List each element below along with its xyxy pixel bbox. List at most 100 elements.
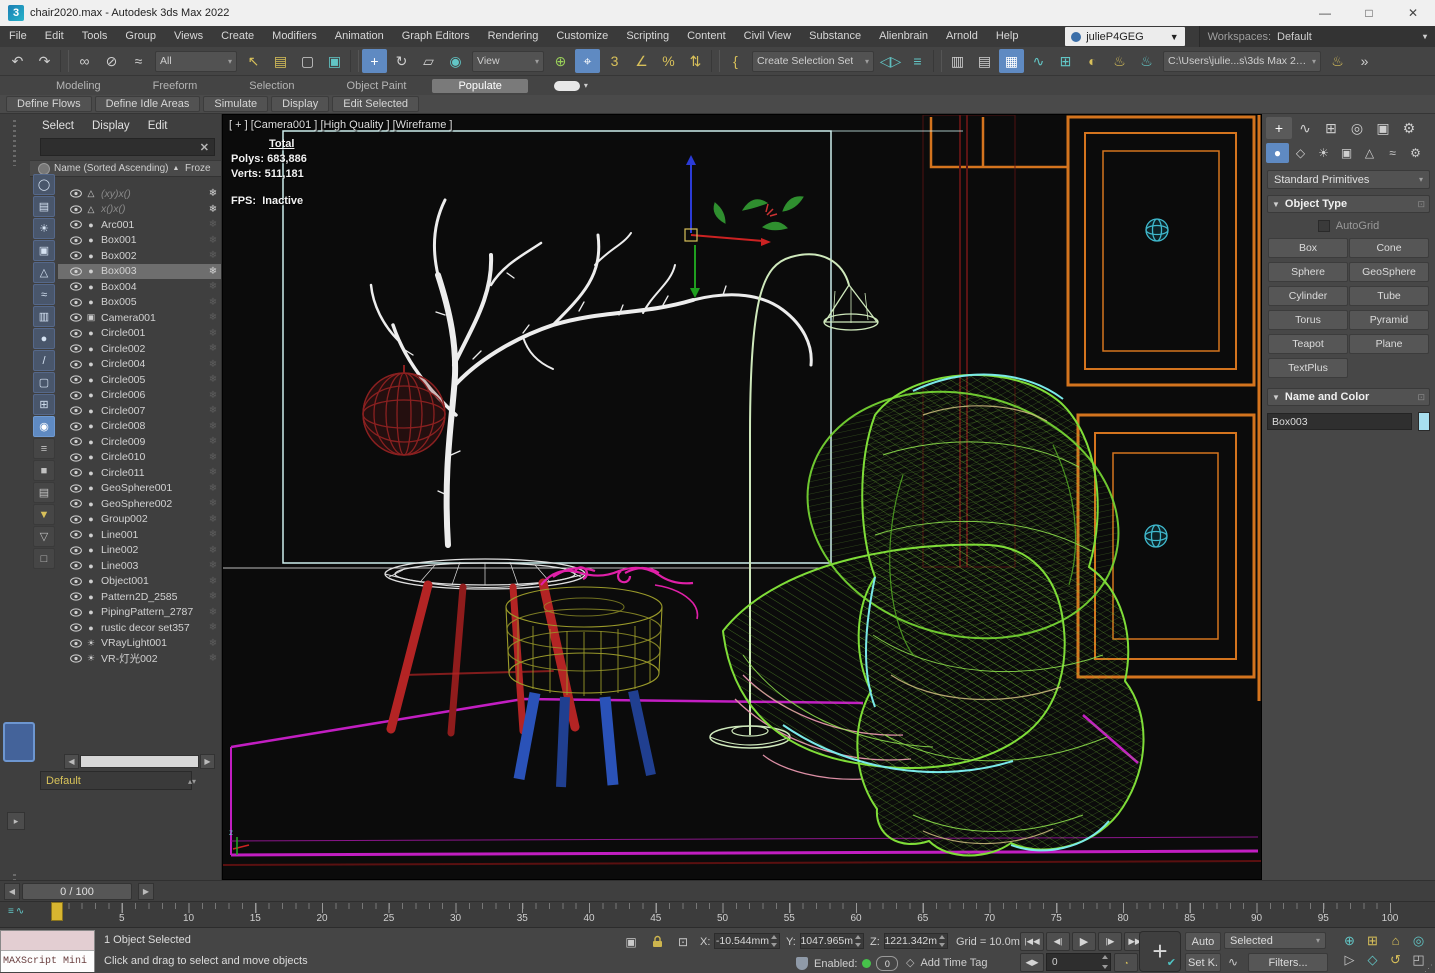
key-mode-toggle[interactable]: ◀▶ xyxy=(1020,953,1044,972)
window-crossing-toggle-icon[interactable]: ▣ xyxy=(322,49,347,73)
visibility-eye-icon[interactable] xyxy=(70,484,82,493)
menu-item[interactable]: Alienbrain xyxy=(870,26,937,47)
reference-coordinate-system-dropdown[interactable]: View ▾ xyxy=(472,50,544,72)
primitive-button[interactable]: Tube xyxy=(1349,286,1429,306)
scene-explorer-row[interactable]: ● Box001 ❄ xyxy=(58,233,221,249)
pick-container[interactable]: □ xyxy=(33,548,55,569)
maxscript-macro-pane[interactable] xyxy=(1,931,94,951)
scene-explorer-row[interactable]: ● Group002 ❄ xyxy=(58,512,221,528)
viewport[interactable]: z [ + ] [Camera001 ] [High Quality ] [Wi… xyxy=(222,114,1262,880)
menu-item[interactable]: File xyxy=(0,26,36,47)
visibility-eye-icon[interactable] xyxy=(70,406,82,415)
scene-explorer-row[interactable]: ● Circle005 ❄ xyxy=(58,372,221,388)
viewport-general-menu[interactable]: [ + ] xyxy=(229,119,248,131)
scene-explorer-row[interactable]: ● Circle008 ❄ xyxy=(58,419,221,435)
visibility-eye-icon[interactable] xyxy=(70,391,82,400)
scene-explorer-row[interactable]: ● Line002 ❄ xyxy=(58,543,221,559)
tab-modify[interactable]: ∿ xyxy=(1292,117,1318,139)
menu-item[interactable]: Scripting xyxy=(617,26,678,47)
set-keys-button[interactable]: + ✔ xyxy=(1139,931,1181,972)
time-configuration-button[interactable]: ◔ xyxy=(1114,953,1138,972)
category-geometry[interactable]: ● xyxy=(1266,143,1289,163)
primitive-button[interactable]: Plane xyxy=(1349,334,1429,354)
ribbon-panel-button[interactable]: Define Flows xyxy=(6,96,92,112)
frozen-icon[interactable]: ❄ xyxy=(205,343,221,354)
object-name-input[interactable] xyxy=(1267,413,1412,430)
selection-filter-dropdown[interactable]: All ▾ xyxy=(155,50,237,72)
scene-explorer-row[interactable]: ● rustic decor set357 ❄ xyxy=(58,620,221,636)
render-setup-icon[interactable]: ♨ xyxy=(1107,49,1132,73)
toggle-layer-explorer-icon[interactable]: ▤ xyxy=(972,49,997,73)
primitive-button[interactable]: Sphere xyxy=(1268,262,1348,282)
workspace-dropdown[interactable]: Default ▾ xyxy=(1277,31,1427,43)
dock-handle[interactable] xyxy=(13,120,16,166)
frozen-icon[interactable]: ❄ xyxy=(205,312,221,323)
horizontal-scrollbar[interactable] xyxy=(80,755,199,768)
frozen-icon[interactable]: ❄ xyxy=(205,576,221,587)
visibility-eye-icon[interactable] xyxy=(70,282,82,291)
close-button[interactable]: ✕ xyxy=(1391,0,1435,26)
visibility-eye-icon[interactable] xyxy=(70,360,82,369)
orbit-icon[interactable]: ↺ xyxy=(1384,950,1407,969)
scroll-right-button[interactable]: ▶ xyxy=(200,754,215,769)
primitive-category-dropdown[interactable]: Standard Primitives ▾ xyxy=(1267,170,1430,189)
display-groups[interactable]: ▥ xyxy=(33,306,55,327)
display-bones[interactable]: / xyxy=(33,350,55,371)
primitive-button[interactable]: Box xyxy=(1268,238,1348,258)
add-time-tag[interactable]: Add Time Tag xyxy=(920,957,987,969)
scene-explorer-row[interactable]: ● Circle006 ❄ xyxy=(58,388,221,404)
time-slider[interactable] xyxy=(51,902,63,921)
current-frame-field[interactable]: 0 xyxy=(1046,953,1111,971)
key-filters-button[interactable]: Filters... xyxy=(1248,953,1328,972)
scene-explorer-row[interactable]: ● Arc001 ❄ xyxy=(58,217,221,233)
tab-utilities[interactable]: ⚙ xyxy=(1396,117,1422,139)
sort-list[interactable]: ≡ xyxy=(33,438,55,459)
scene-explorer-row[interactable]: ● PipingPattern_2787 ❄ xyxy=(58,605,221,621)
isolate-selection-icon[interactable]: ▣ xyxy=(622,933,640,951)
visibility-eye-icon[interactable] xyxy=(70,344,82,353)
zoom-all-icon[interactable]: ⊞ xyxy=(1361,931,1384,950)
toolbar-overflow-icon[interactable]: » xyxy=(1352,49,1377,73)
named-selection-sets-dropdown[interactable]: Create Selection Set ▾ xyxy=(752,50,874,72)
key-filters-icon[interactable]: ∿ xyxy=(1224,953,1242,971)
scene-explorer-row[interactable]: ▣ Camera001 ❄ xyxy=(58,310,221,326)
material-editor-icon[interactable]: ◐ xyxy=(1080,49,1105,73)
current-frame-indicator[interactable]: 0 / 100 xyxy=(22,883,132,900)
viewport-quality-menu[interactable]: [High Quality ] xyxy=(320,119,389,131)
primitive-button[interactable]: Teapot xyxy=(1268,334,1348,354)
layer-color-swatch[interactable] xyxy=(3,722,35,762)
category-shapes[interactable]: ◇ xyxy=(1289,143,1312,163)
visibility-eye-icon[interactable] xyxy=(70,468,82,477)
frozen-icon[interactable]: ❄ xyxy=(205,591,221,602)
visibility-eye-icon[interactable] xyxy=(70,530,82,539)
category-systems[interactable]: ⚙ xyxy=(1404,143,1427,163)
visibility-eye-icon[interactable] xyxy=(70,236,82,245)
visibility-eye-icon[interactable] xyxy=(70,205,82,214)
select-object-icon[interactable]: ↖ xyxy=(241,49,266,73)
tab-display[interactable]: ▣ xyxy=(1370,117,1396,139)
ribbon-panel-button[interactable]: Edit Selected xyxy=(332,96,420,112)
undo-icon[interactable]: ↶ xyxy=(5,49,30,73)
ribbon-tab[interactable]: Populate xyxy=(432,78,528,93)
auto-key-button[interactable]: Auto xyxy=(1185,932,1221,951)
visibility-eye-icon[interactable] xyxy=(70,639,82,648)
frozen-icon[interactable]: ❄ xyxy=(205,405,221,416)
menu-item[interactable]: Graph Editors xyxy=(393,26,479,47)
set-key-button[interactable]: Set K. xyxy=(1185,953,1221,972)
pan-icon[interactable]: ◇ xyxy=(1361,950,1384,969)
ribbon-minimize-button[interactable] xyxy=(553,80,580,91)
menu-item[interactable]: Create xyxy=(212,26,263,47)
key-selection-dropdown[interactable]: Selected ▾ xyxy=(1224,932,1326,949)
select-and-scale-icon[interactable]: ▱ xyxy=(416,49,441,73)
selection-lock-icon[interactable] xyxy=(648,932,666,950)
visibility-eye-icon[interactable] xyxy=(70,654,82,663)
scene-explorer-row[interactable]: ● Circle009 ❄ xyxy=(58,434,221,450)
menu-item[interactable]: Help xyxy=(987,26,1028,47)
menu-item[interactable]: Views xyxy=(165,26,212,47)
ribbon-tab[interactable]: Freeform xyxy=(127,79,224,93)
visibility-eye-icon[interactable] xyxy=(70,313,82,322)
visibility-eye-icon[interactable] xyxy=(70,453,82,462)
name-and-color-rollout[interactable]: ▼ Name and Color ⊡ xyxy=(1267,388,1430,406)
ribbon-tab[interactable]: Object Paint xyxy=(321,79,433,93)
display-properties[interactable]: ▤ xyxy=(33,482,55,503)
